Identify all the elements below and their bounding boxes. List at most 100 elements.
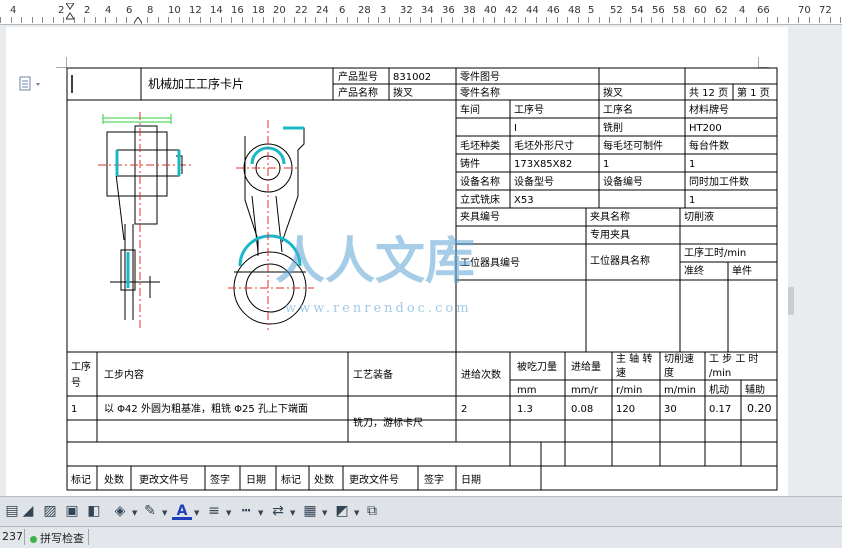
fill-color-icon[interactable]: ◈ (110, 501, 130, 521)
spindle-unit: r/min (616, 385, 642, 396)
shadow-icon[interactable]: ▦ (300, 501, 320, 521)
shape-icon[interactable]: ◧ (84, 501, 104, 521)
step-machine-time: 0.17 (709, 404, 731, 415)
step-content: 以 Φ42 外圆为粗基准，粗铣 Φ25 孔上下端面 (104, 402, 308, 415)
step-spindle: 120 (616, 404, 635, 415)
step-feed-times: 2 (461, 404, 467, 415)
step-aux-time: 0.20 (747, 402, 772, 415)
equip-model-label: 设备型号 (514, 175, 554, 188)
footer-cell: 签字 (424, 473, 444, 486)
spindle-header: 主 轴 转 (616, 352, 652, 365)
process-name-value: 铣削 (603, 121, 623, 134)
unit-time-label: 单件 (732, 265, 752, 277)
product-name-value: 拨叉 (393, 86, 413, 99)
station-tool-no-label: 工位器具编号 (460, 256, 520, 269)
per-blank-label: 每毛坯可制件 (603, 139, 663, 152)
per-machine-value: 1 (689, 159, 695, 170)
blank-type-label: 毛坯种类 (460, 139, 500, 152)
process-no-label: 工序号 (514, 103, 544, 116)
machine-time-header: 机动 (709, 383, 729, 396)
footer-cell: 标记 (71, 474, 91, 486)
feed-unit: mm/r (571, 385, 599, 396)
drawing-toolbar: ▤ ◢ ▨ ▣ ◧ ◈ ▼ ✎ ▼ A ▼ ≡ ▼ ┅ ▼ ⇄ ▼ ▦ ▼ ◩ ▼ ⧉ (0, 496, 842, 527)
line-style-icon[interactable]: ≡ (204, 501, 224, 521)
fixture-name-label: 夹具名称 (590, 210, 630, 223)
footer-cell: 日期 (246, 474, 266, 486)
arrow-style-icon[interactable]: ⇄ (268, 501, 288, 521)
total-pages: 共 12 页 (689, 87, 728, 99)
equip-model-value: X53 (514, 195, 534, 206)
step-equipment: 铣刀，游标卡尺 (353, 416, 423, 429)
step-depth: 1.3 (517, 404, 533, 415)
speed-header: 切削速 (664, 352, 694, 365)
chevron-down-icon[interactable]: ▼ (354, 509, 359, 517)
footer-cell: 处数 (104, 473, 124, 486)
dash-style-icon[interactable]: ┅ (236, 501, 256, 521)
chevron-down-icon[interactable]: ▼ (132, 509, 137, 517)
process-time-label: 工序工时/min (684, 246, 746, 259)
coolant-label: 切削液 (684, 210, 714, 223)
product-name-label: 产品名称 (338, 86, 378, 99)
speed-unit: m/min (664, 385, 696, 396)
spindle-header-2: 速 (616, 367, 626, 379)
chevron-down-icon[interactable]: ▼ (322, 509, 327, 517)
footer-cell: 签字 (210, 473, 230, 486)
product-model-value: 831002 (393, 72, 431, 83)
step-no-header: 工序 (71, 360, 91, 373)
fixture-no-label: 夹具编号 (460, 210, 500, 223)
step-time-header-2: /min (709, 368, 731, 379)
aux-time-header: 辅助 (745, 383, 765, 396)
simul-label: 同时加工件数 (689, 175, 749, 188)
equip-no-label: 设备编号 (603, 175, 643, 188)
equip-name-value: 立式铣床 (460, 193, 500, 206)
part-name-value: 拨叉 (603, 86, 623, 99)
step-no-header-2: 号 (71, 377, 81, 389)
equip-name-label: 设备名称 (460, 175, 500, 188)
chevron-down-icon[interactable]: ▼ (194, 509, 199, 517)
page-no: 第 1 页 (737, 86, 770, 99)
blank-size-value: 173X85X82 (514, 159, 572, 170)
status-bar: 237 拼写检查 (0, 526, 842, 548)
footer-cell: 日期 (461, 474, 481, 486)
footer-cell: 处数 (314, 473, 334, 486)
step-no: 1 (71, 404, 77, 415)
font-color-icon[interactable]: A (172, 501, 192, 520)
step-feed: 0.08 (571, 404, 593, 415)
chevron-down-icon[interactable]: ▼ (226, 509, 231, 517)
word-count: 237 (2, 530, 23, 543)
3d-icon[interactable]: ◩ (332, 501, 352, 521)
feed-times-header: 进给次数 (461, 368, 501, 381)
depth-unit: mm (517, 385, 536, 396)
depth-header: 被吃刀量 (517, 360, 557, 373)
footer-cell: 更改文件号 (139, 473, 189, 486)
line-color-icon[interactable]: ✎ (140, 501, 160, 521)
step-equipment-header: 工艺装备 (353, 368, 393, 381)
part-drawing (68, 101, 355, 351)
speed-header-2: 度 (664, 366, 674, 379)
blank-size-label: 毛坯外形尺寸 (514, 139, 574, 152)
feed-header: 进给量 (571, 360, 601, 373)
spell-check-label: 拼写检查 (40, 532, 84, 545)
chevron-down-icon[interactable]: ▼ (258, 509, 263, 517)
insert-image-icon[interactable]: ▣ (62, 501, 82, 521)
step-content-header: 工步内容 (104, 368, 144, 381)
card-title: 机械加工工序卡片 (148, 76, 244, 91)
picture-icon[interactable]: ▨ (40, 501, 60, 521)
process-card-form: 机械加工工序卡片 产品型号 831002 零件图号产品名称 拨叉 零件名称 拨叉 共 12 页… (66, 67, 778, 491)
spell-check-icon (30, 535, 37, 543)
part-drawing-no-label: 零件图号 (460, 71, 500, 83)
footer-cell: 标记 (281, 474, 301, 486)
workshop-label: 车间 (460, 103, 480, 116)
arrange-icon[interactable]: ⧉ (362, 501, 382, 521)
per-machine-label: 每台件数 (689, 139, 729, 152)
standard-time-label: 准终 (684, 264, 704, 277)
part-name-label: 零件名称 (460, 86, 500, 99)
wordart-icon[interactable]: ◢ (18, 501, 38, 521)
chevron-down-icon[interactable]: ▼ (162, 509, 167, 517)
per-blank-value: 1 (603, 159, 609, 170)
spell-check-status[interactable]: 拼写检查 (30, 530, 84, 546)
process-no-value: I (514, 123, 517, 134)
chevron-down-icon[interactable]: ▼ (290, 509, 295, 517)
simul-value: 1 (689, 195, 695, 206)
step-time-header: 工 步 工 时 (709, 353, 759, 365)
